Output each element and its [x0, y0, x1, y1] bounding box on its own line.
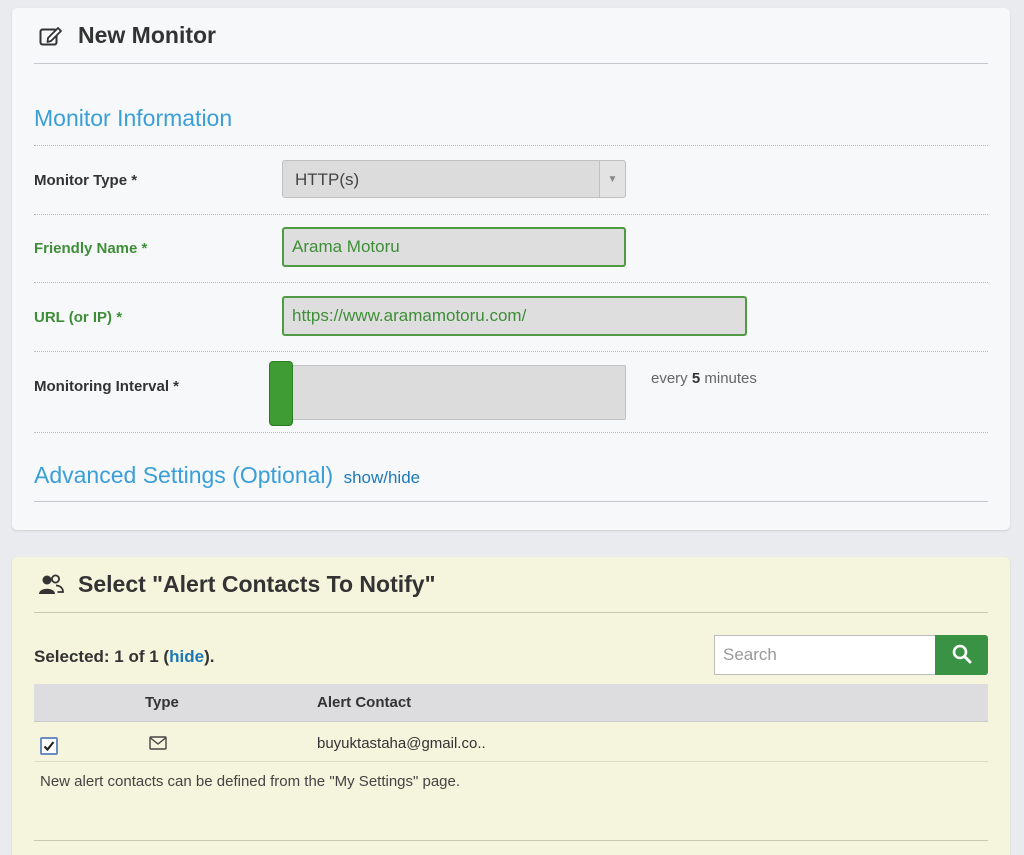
- alert-contacts-header: Select "Alert Contacts To Notify": [34, 557, 988, 613]
- divider: [34, 432, 988, 433]
- monitor-type-select[interactable]: HTTP(s) ▼: [282, 160, 626, 198]
- advanced-settings-title: Advanced Settings (Optional): [34, 462, 334, 488]
- alert-contact-email: buyuktastaha@gmail.co..: [317, 735, 486, 752]
- hide-selected-link[interactable]: hide: [169, 647, 204, 666]
- interval-prefix: every: [651, 370, 688, 387]
- monitoring-interval-slider[interactable]: [269, 361, 626, 426]
- slider-handle[interactable]: [269, 361, 293, 426]
- contacts-table-header: Type Alert Contact: [34, 684, 988, 722]
- search-button[interactable]: [935, 635, 988, 675]
- table-row: buyuktastaha@gmail.co..: [34, 723, 988, 762]
- friendly-name-label: Friendly Name *: [34, 240, 148, 257]
- envelope-icon: [149, 736, 167, 755]
- alert-contacts-panel: Select "Alert Contacts To Notify" Select…: [12, 557, 1010, 855]
- divider: [34, 145, 988, 146]
- friendly-name-input[interactable]: [282, 227, 626, 267]
- panel-title: Select "Alert Contacts To Notify": [78, 571, 436, 597]
- advanced-settings-toggle-link[interactable]: show/hide: [344, 468, 421, 487]
- panel-title: New Monitor: [78, 22, 216, 48]
- divider: [34, 840, 988, 841]
- column-header-alert-contact: Alert Contact: [317, 694, 412, 711]
- new-monitor-panel: New Monitor Monitor Information Monitor …: [12, 8, 1010, 530]
- url-input[interactable]: [282, 296, 747, 336]
- selected-count: Selected: 1 of 1 (hide).: [34, 647, 214, 667]
- column-header-type: Type: [145, 694, 179, 711]
- edit-icon: [38, 23, 64, 49]
- alert-contacts-note: New alert contacts can be defined from t…: [40, 773, 461, 790]
- section-title-monitor-information: Monitor Information: [34, 105, 233, 131]
- chevron-down-icon[interactable]: ▼: [599, 161, 625, 197]
- search-input[interactable]: [714, 635, 936, 675]
- monitoring-interval-label: Monitoring Interval *: [34, 378, 180, 395]
- monitor-type-label: Monitor Type *: [34, 172, 138, 189]
- divider: [34, 282, 988, 283]
- divider: [34, 501, 988, 502]
- interval-value: 5: [691, 370, 701, 387]
- selected-prefix: Selected: 1 of 1 (: [34, 647, 170, 666]
- search-icon: [952, 644, 972, 667]
- contact-checkbox[interactable]: [40, 737, 58, 755]
- divider: [34, 214, 988, 215]
- divider: [34, 351, 988, 352]
- users-icon: [38, 572, 64, 598]
- url-label: URL (or IP) *: [34, 309, 123, 326]
- selected-suffix: ).: [204, 647, 215, 666]
- interval-suffix: minutes: [704, 370, 757, 387]
- checkmark-icon: [43, 741, 55, 752]
- advanced-settings-heading: Advanced Settings (Optional) show/hide: [34, 462, 420, 489]
- interval-readout: every 5 minutes: [651, 370, 757, 387]
- new-monitor-header: New Monitor: [34, 8, 988, 64]
- monitor-type-value: HTTP(s): [295, 170, 360, 189]
